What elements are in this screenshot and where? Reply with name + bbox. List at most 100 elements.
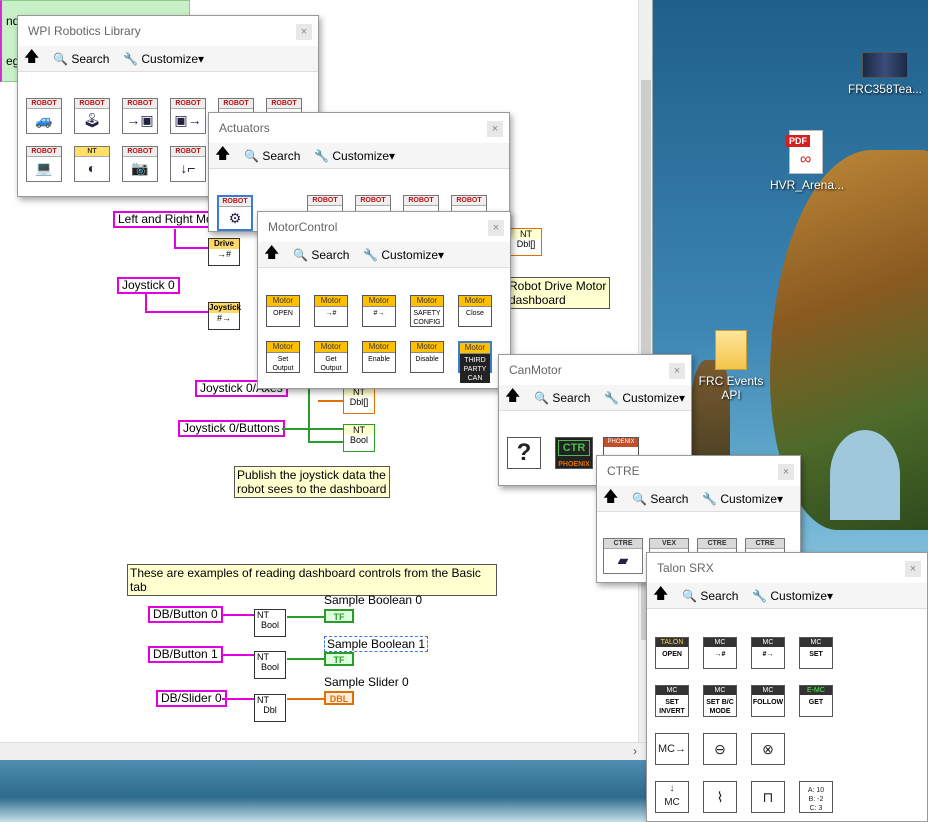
palette-titlebar[interactable]: CTRE ×: [597, 456, 800, 486]
robot-sensors-icon[interactable]: ROBOT ▣→: [170, 98, 206, 134]
label-joystick0[interactable]: Joystick 0: [117, 277, 180, 294]
mc-get-value-icon[interactable]: MC #→: [751, 637, 785, 669]
search-button[interactable]: 🔍 Search: [682, 589, 738, 603]
joystick-node[interactable]: Joystick #→: [208, 302, 241, 330]
up-arrow-button[interactable]: 🡅: [603, 486, 618, 511]
customize-label: Customize▾: [141, 51, 205, 66]
search-button[interactable]: 🔍 Search: [534, 391, 590, 405]
icon-tag: MC: [704, 638, 736, 647]
motor-set-output-icon[interactable]: Motor Set Output: [266, 341, 300, 373]
search-button[interactable]: 🔍 Search: [293, 248, 349, 262]
close-icon[interactable]: ×: [487, 121, 503, 137]
icon-tag: Motor: [411, 342, 443, 353]
robot-utilities-icon[interactable]: ROBOT ↓⌐: [170, 146, 206, 182]
mc-follow-icon[interactable]: MC FOLLOW: [751, 685, 785, 717]
nt-dbl-array-node[interactable]: NT Dbl[]: [343, 386, 375, 414]
mc-set-value-icon[interactable]: MC →#: [703, 637, 737, 669]
close-icon[interactable]: ×: [669, 363, 685, 379]
sensor-lock-icon[interactable]: ⊖: [703, 733, 737, 765]
close-icon[interactable]: ×: [488, 220, 504, 236]
sample-slider0-indicator[interactable]: DBL: [324, 691, 354, 705]
robot-camera-icon[interactable]: ROBOT 📷: [122, 146, 158, 182]
motor-set-icon[interactable]: Motor →#: [314, 295, 348, 327]
motor-third-party-can-icon[interactable]: Motor THIRD PARTY CAN: [458, 341, 492, 383]
nt-bool-node-0[interactable]: NT Bool: [254, 609, 286, 637]
customize-button[interactable]: 🔧 Customize▾: [604, 391, 685, 405]
robot-joystick-icon[interactable]: ROBOT 🕹: [74, 98, 110, 134]
palette-talon-srx[interactable]: Talon SRX × 🡅 🔍 Search 🔧 Customize▾ TALON O…: [646, 552, 928, 822]
label-joystick0-buttons[interactable]: Joystick 0/Buttons: [178, 420, 285, 437]
close-icon[interactable]: ×: [778, 464, 794, 480]
motor-close-icon[interactable]: Motor Close: [458, 295, 492, 327]
switch-icon[interactable]: ⌇: [703, 781, 737, 813]
ctre-talon-icon[interactable]: CTRE ▰: [603, 538, 643, 574]
sample-boolean1-label[interactable]: Sample Boolean 1: [324, 636, 429, 652]
motor-open-icon[interactable]: Motor OPEN: [266, 295, 300, 327]
mc-set-icon[interactable]: MC SET: [799, 637, 833, 669]
mc-set-bc-mode-icon[interactable]: MC SET B/C MODE: [703, 685, 737, 717]
emc-get-icon[interactable]: E-MC GET: [799, 685, 833, 717]
label-left-right-motors[interactable]: Left and Right Mo: [113, 211, 218, 228]
search-button[interactable]: 🔍 Search: [53, 52, 109, 66]
customize-button[interactable]: 🔧 Customize▾: [314, 149, 395, 163]
customize-button[interactable]: 🔧 Customize▾: [702, 492, 783, 506]
label-db-slider0[interactable]: DB/Slider 0: [156, 690, 227, 707]
wrench-icon: 🔧: [123, 51, 139, 66]
palette-titlebar[interactable]: Actuators ×: [209, 113, 509, 143]
palette-titlebar[interactable]: Talon SRX ×: [647, 553, 927, 583]
motor-enable-icon[interactable]: Motor Enable: [362, 341, 396, 373]
robot-computer-icon[interactable]: ROBOT 💻: [26, 146, 62, 182]
motor-control-icon[interactable]: ROBOT ⚙: [217, 195, 253, 231]
search-button[interactable]: 🔍 Search: [632, 492, 688, 506]
drive-node[interactable]: Drive →#: [208, 238, 240, 266]
horizontal-scrollbar[interactable]: ›: [0, 742, 653, 760]
palette-titlebar[interactable]: WPI Robotics Library ×: [18, 16, 318, 46]
search-button[interactable]: 🔍 Search: [244, 149, 300, 163]
customize-button[interactable]: 🔧 Customize▾: [363, 248, 444, 262]
customize-label: Customize▾: [622, 390, 686, 405]
label-db-button1[interactable]: DB/Button 1: [148, 646, 223, 663]
robot-drive-icon[interactable]: ROBOT 🚙: [26, 98, 62, 134]
crossed-circle-icon[interactable]: ⊗: [751, 733, 785, 765]
abc-values-icon[interactable]: A: 10 B: -2 C: 3: [799, 781, 833, 813]
icon-tag: E-MC: [800, 686, 832, 695]
desktop-icon-frc-events-api[interactable]: FRC Events API: [694, 330, 768, 402]
close-icon[interactable]: ×: [905, 561, 921, 577]
talon-open-icon[interactable]: TALON OPEN: [655, 637, 689, 669]
up-arrow-button[interactable]: 🡅: [24, 46, 39, 71]
sample-boolean1-indicator[interactable]: TF: [324, 652, 354, 666]
mc-set-invert-icon[interactable]: MC SET INVERT: [655, 685, 689, 717]
mc-output-arrow-icon[interactable]: MC→: [655, 733, 689, 765]
motor-safety-config-icon[interactable]: Motor SAFETY CONFIG: [410, 295, 444, 327]
icon-tag: NT: [75, 147, 109, 157]
up-arrow-button[interactable]: 🡅: [215, 143, 230, 168]
motor-get-icon[interactable]: Motor #→: [362, 295, 396, 327]
icon-tag: ROBOT: [219, 99, 253, 109]
close-icon[interactable]: ×: [296, 24, 312, 40]
mc-input-arrow-icon[interactable]: ↓ MC: [655, 781, 689, 813]
palette-titlebar[interactable]: MotorControl ×: [258, 212, 510, 242]
nt-dbl-array-node-top[interactable]: NT Dbl[]: [510, 228, 542, 256]
nt-bool-node[interactable]: NT Bool: [343, 424, 375, 452]
nt-dbl-node[interactable]: NT Dbl: [254, 694, 286, 722]
sample-boolean0-indicator[interactable]: TF: [324, 609, 354, 623]
customize-button[interactable]: 🔧 Customize▾: [752, 589, 833, 603]
desktop-icon-hvr-arena[interactable]: PDF ∞ HVR_Arena...: [770, 130, 844, 192]
up-arrow-button[interactable]: 🡅: [505, 385, 520, 410]
ctr-phoenix-icon[interactable]: CTR PHOENIX: [555, 437, 593, 469]
motor-get-output-icon[interactable]: Motor Get Output: [314, 341, 348, 373]
up-arrow-button[interactable]: 🡅: [264, 242, 279, 267]
label-db-button0[interactable]: DB/Button 0: [148, 606, 223, 623]
palette-motorcontrol[interactable]: MotorControl × 🡅 🔍 Search 🔧 Customize▾ Mot…: [257, 211, 511, 389]
robot-actuators-icon[interactable]: ROBOT →▣: [122, 98, 158, 134]
customize-button[interactable]: 🔧 Customize▾: [123, 52, 204, 66]
desktop-icon-frc358[interactable]: FRC358Tea...: [845, 52, 925, 96]
nt-gauge-icon[interactable]: NT ◐: [74, 146, 110, 182]
motor-disable-icon[interactable]: Motor Disable: [410, 341, 444, 373]
nt-bool-node-1[interactable]: NT Bool: [254, 651, 286, 679]
pulse-wave-icon[interactable]: ⊓: [751, 781, 785, 813]
palette-titlebar[interactable]: CanMotor ×: [499, 355, 691, 385]
question-mark-icon[interactable]: ?: [507, 437, 541, 469]
scroll-right-icon[interactable]: ›: [633, 744, 637, 758]
up-arrow-button[interactable]: 🡅: [653, 583, 668, 608]
